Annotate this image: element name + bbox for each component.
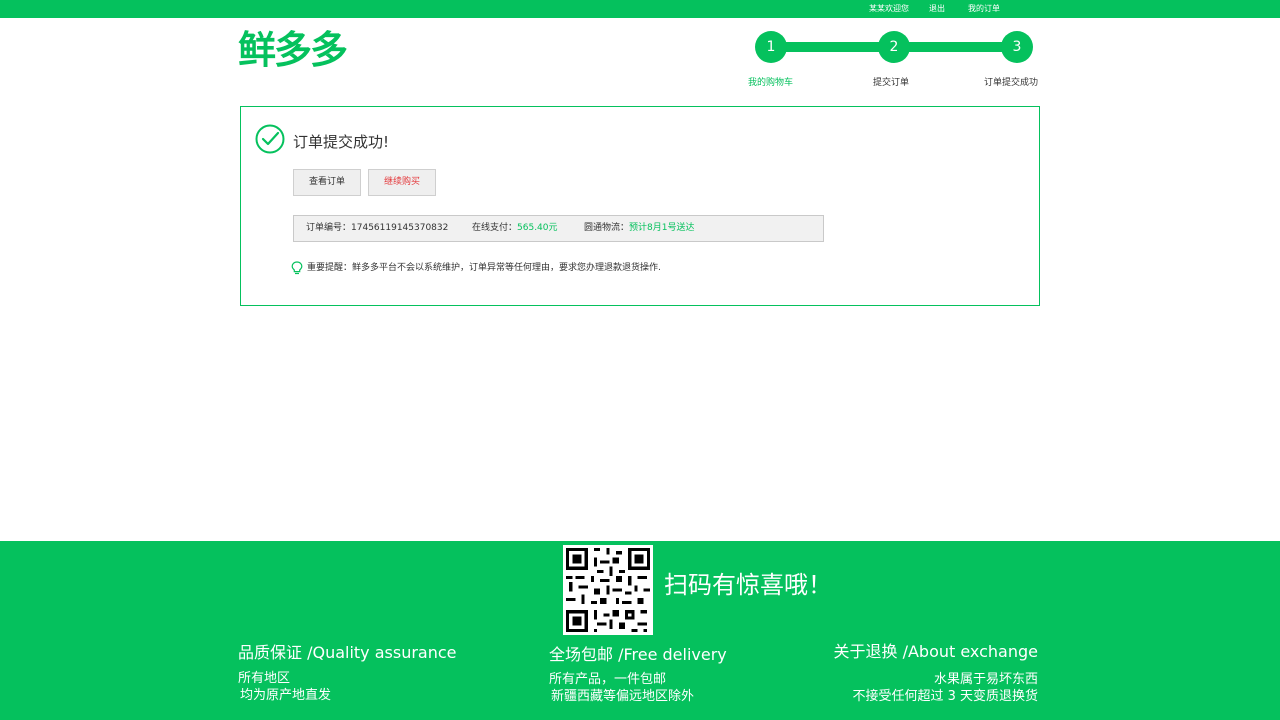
step-1-label: 我的购物车 [748, 78, 794, 88]
logout-link[interactable]: 退出 [929, 3, 945, 14]
order-number: 订单编号：17456119145370832 [306, 216, 448, 241]
delivery-title: 全场包邮 /Free delivery [549, 645, 727, 664]
exchange-title: 关于退换 /About exchange [833, 642, 1038, 661]
important-notice: 重要提醒：鲜多多平台不会以系统维护，订单异常等任何理由，要求您办理退款退货操作. [291, 260, 661, 275]
order-number-label: 订单编号： [306, 223, 352, 233]
top-bar: 某某欢迎您 退出 我的订单 [0, 0, 1280, 18]
delivery-line-2: 新疆西藏等偏远地区除外 [551, 689, 695, 704]
logistics-eta: 预计8月1号送达 [629, 223, 695, 233]
exchange-line-2: 不接受任何超过 3 天变质退换货 [852, 689, 1038, 704]
check-circle-icon [255, 124, 285, 154]
step-2-label: 提交订单 [873, 78, 910, 88]
step-2-circle: 2 [878, 31, 910, 63]
quality-title: 品质保证 /Quality assurance [238, 643, 457, 662]
step-3-circle: 3 [1001, 31, 1033, 63]
step-1-circle: 1 [755, 31, 787, 63]
my-orders-link[interactable]: 我的订单 [968, 3, 1000, 14]
notice-text: 鲜多多平台不会以系统维护，订单异常等任何理由，要求您办理退款退货操作. [352, 263, 661, 273]
payment-amount: 565.40元 [517, 223, 558, 233]
site-logo[interactable]: 鲜多多 [238, 26, 348, 74]
scan-promo-text: 扫码有惊喜哦！ [664, 571, 832, 599]
lightbulb-icon [291, 260, 303, 274]
continue-shopping-button[interactable]: 继续购买 [368, 169, 436, 196]
order-number-value: 17456119145370832 [351, 223, 449, 233]
notice-label: 重要提醒： [307, 263, 353, 273]
welcome-link[interactable]: 某某欢迎您 [869, 3, 909, 14]
payment-label: 在线支付： [472, 223, 518, 233]
step-3-label: 订单提交成功 [984, 78, 1039, 88]
success-title: 订单提交成功! [293, 133, 390, 151]
logistics-info: 圆通物流：预计8月1号送达 [584, 216, 694, 241]
footer: 扫码有惊喜哦！ 品质保证 /Quality assurance 所有地区 均为原… [0, 541, 1280, 720]
view-order-button[interactable]: 查看订单 [293, 169, 361, 196]
qr-code-icon [563, 545, 653, 635]
logistics-label: 圆通物流： [584, 223, 630, 233]
quality-line-2: 均为原产地直发 [240, 688, 332, 703]
order-info-box: 订单编号：17456119145370832 在线支付：565.40元 圆通物流… [293, 215, 824, 242]
payment-info: 在线支付：565.40元 [472, 216, 558, 241]
order-success-panel: 订单提交成功! 查看订单 继续购买 订单编号：17456119145370832… [240, 106, 1040, 306]
